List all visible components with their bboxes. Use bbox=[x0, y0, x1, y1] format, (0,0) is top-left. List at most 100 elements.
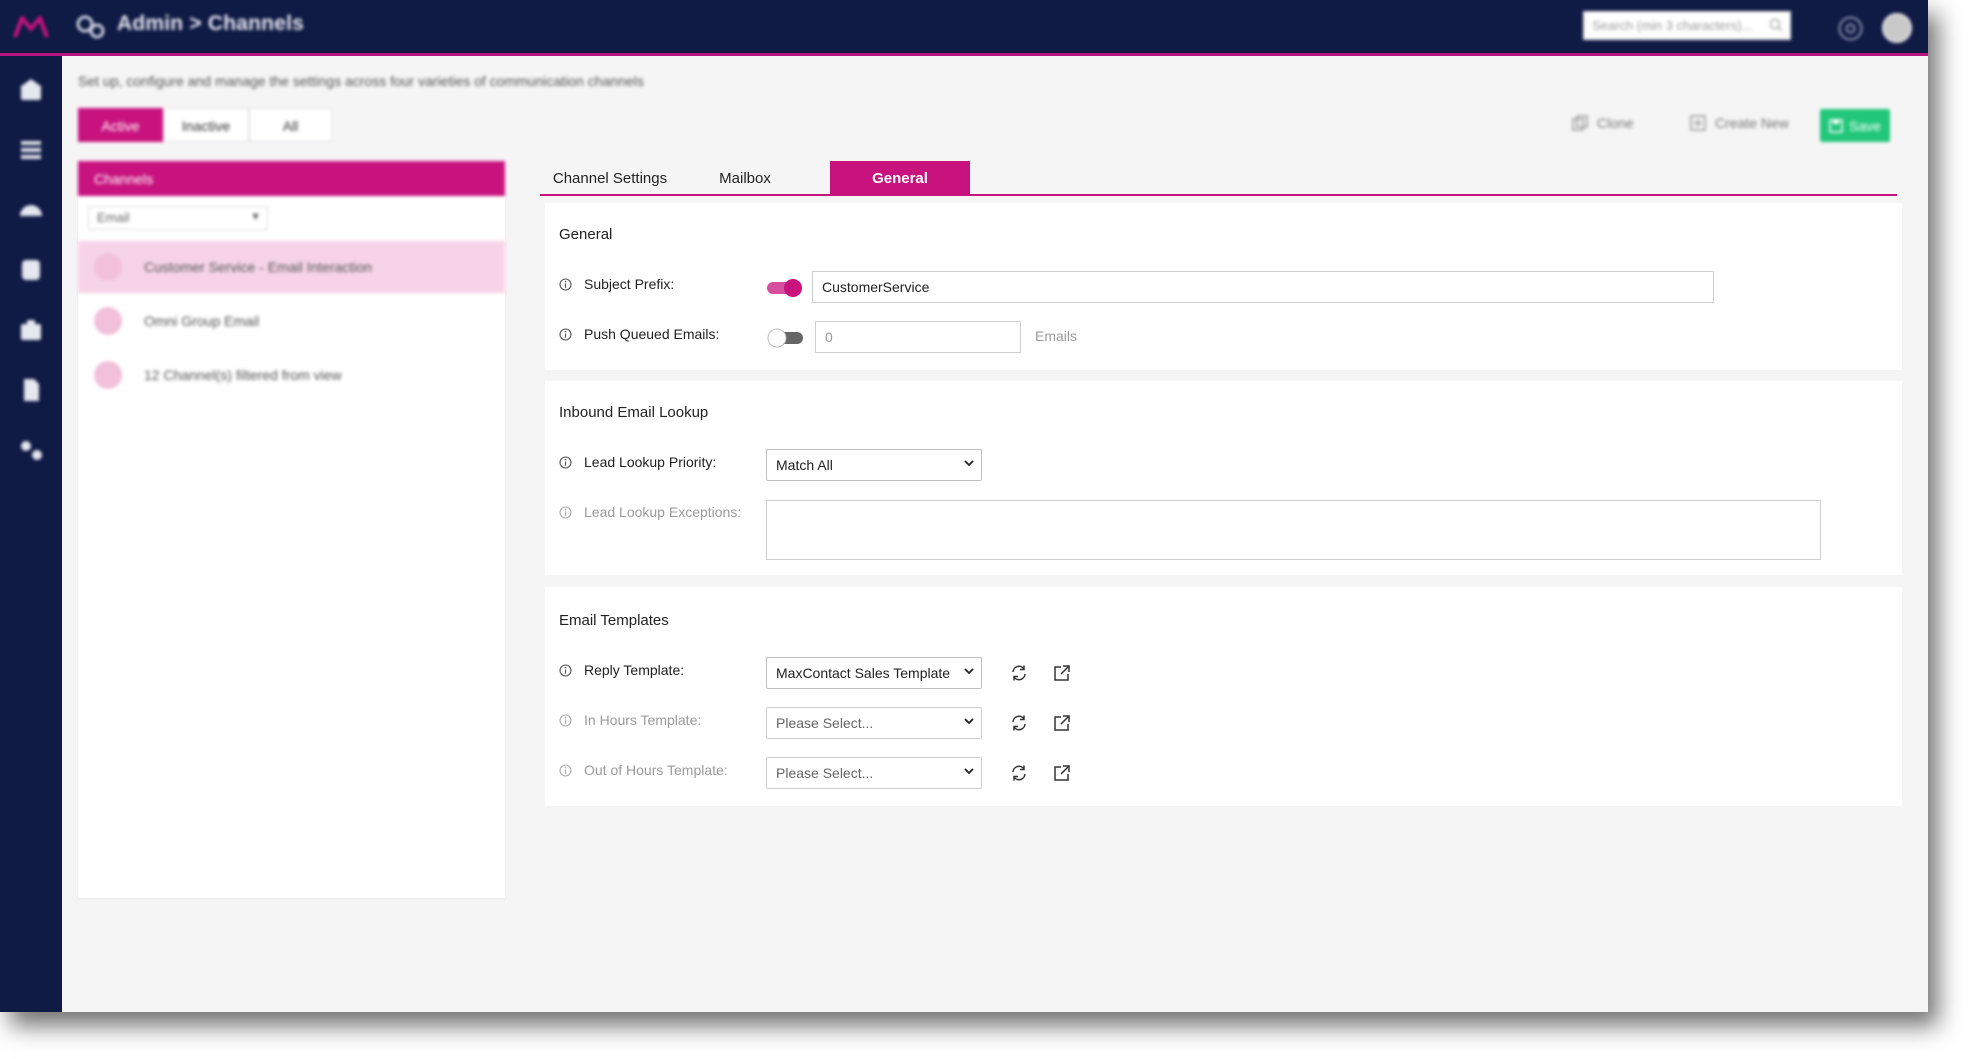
tab-mailbox[interactable]: Mailbox bbox=[690, 161, 800, 196]
create-new-label: Create New bbox=[1715, 115, 1789, 131]
search-icon[interactable] bbox=[1769, 18, 1783, 32]
info-icon[interactable] bbox=[559, 455, 572, 469]
push-queued-unit: Emails bbox=[1035, 328, 1078, 344]
subject-prefix-toggle[interactable] bbox=[766, 278, 804, 298]
reply-template-value: MaxContact Sales Template bbox=[776, 665, 951, 681]
info-icon[interactable] bbox=[559, 277, 572, 291]
filtered-channels-label: 12 Channel(s) filtered from view bbox=[144, 367, 342, 383]
filter-all-button[interactable]: All bbox=[249, 108, 332, 142]
push-queued-row: Push Queued Emails: bbox=[559, 326, 719, 342]
in-hours-template-label: In Hours Template: bbox=[584, 712, 702, 728]
in-hours-template-select[interactable]: Please Select... bbox=[766, 707, 982, 739]
general-section: General Subject Prefix: CustomerService … bbox=[545, 203, 1902, 370]
filter-active-button[interactable]: Active bbox=[78, 108, 163, 142]
logo-icon[interactable] bbox=[12, 12, 50, 42]
out-of-hours-template-row: Out of Hours Template: bbox=[559, 762, 728, 778]
save-icon bbox=[1829, 118, 1843, 133]
help-icon[interactable] bbox=[1837, 15, 1864, 42]
out-of-hours-template-select[interactable]: Please Select... bbox=[766, 757, 982, 789]
channel-type-value: Email bbox=[97, 210, 130, 225]
external-link-icon[interactable] bbox=[1053, 714, 1071, 732]
status-filter: Active Inactive All bbox=[78, 108, 332, 142]
reply-template-label: Reply Template: bbox=[584, 662, 685, 678]
filtered-channels-note: 12 Channel(s) filtered from view bbox=[78, 349, 505, 401]
general-section-title: General bbox=[559, 226, 613, 243]
subject-prefix-label: Subject Prefix: bbox=[584, 276, 675, 292]
settings-tabs: Channel Settings Mailbox General bbox=[540, 161, 1897, 196]
lead-lookup-priority-row: Lead Lookup Priority: bbox=[559, 454, 716, 470]
save-label: Save bbox=[1849, 117, 1881, 134]
dashboard-icon[interactable] bbox=[17, 196, 45, 224]
reply-template-row: Reply Template: bbox=[559, 662, 684, 678]
create-new-button[interactable]: Create New bbox=[1689, 114, 1789, 132]
email-channel-icon bbox=[94, 253, 122, 281]
sidebar-nav bbox=[0, 56, 62, 1012]
search-placeholder: Search (min 3 characters)... bbox=[1592, 18, 1753, 33]
channel-list-item[interactable]: Omni Group Email bbox=[78, 295, 505, 347]
admin-gear-icon bbox=[76, 15, 105, 39]
lead-lookup-priority-select[interactable]: Match All bbox=[766, 449, 982, 481]
clone-icon bbox=[1572, 115, 1588, 131]
inbound-section-title: Inbound Email Lookup bbox=[559, 404, 709, 421]
channel-item-label: Customer Service - Email Interaction bbox=[144, 259, 372, 275]
info-icon[interactable] bbox=[559, 763, 572, 777]
tab-general[interactable]: General bbox=[830, 161, 970, 196]
info-icon[interactable] bbox=[559, 663, 572, 677]
clone-label: Clone bbox=[1597, 115, 1634, 131]
database-icon[interactable] bbox=[17, 256, 45, 284]
info-icon[interactable] bbox=[559, 713, 572, 727]
lead-lookup-priority-label: Lead Lookup Priority: bbox=[584, 454, 717, 470]
chevron-down-icon bbox=[964, 668, 974, 675]
in-hours-template-row: In Hours Template: bbox=[559, 712, 701, 728]
document-icon[interactable] bbox=[17, 376, 45, 404]
channel-item-label: Omni Group Email bbox=[144, 313, 260, 329]
top-bar: Admin > Channels Search (min 3 character… bbox=[0, 0, 1928, 56]
filter-inactive-button[interactable]: Inactive bbox=[163, 108, 249, 142]
inbound-lookup-section: Inbound Email Lookup Lead Lookup Priorit… bbox=[545, 381, 1902, 575]
email-channel-icon bbox=[94, 307, 122, 335]
chevron-down-icon bbox=[964, 768, 974, 775]
lead-lookup-priority-value: Match All bbox=[776, 457, 833, 473]
filter-info-icon bbox=[94, 361, 122, 389]
channels-panel-header: Channels bbox=[78, 161, 505, 196]
chevron-down-icon bbox=[964, 718, 974, 725]
external-link-icon[interactable] bbox=[1053, 664, 1071, 682]
lead-lookup-exceptions-textarea[interactable] bbox=[766, 500, 1821, 560]
breadcrumb[interactable]: Admin > Channels bbox=[117, 12, 304, 36]
subject-prefix-input[interactable]: CustomerService bbox=[812, 271, 1714, 303]
refresh-icon[interactable] bbox=[1010, 714, 1028, 732]
info-icon[interactable] bbox=[559, 505, 572, 519]
lead-lookup-exceptions-label: Lead Lookup Exceptions: bbox=[584, 504, 742, 520]
channels-panel: Channels Email ▼ Customer Service - Emai… bbox=[78, 161, 505, 898]
channel-list-item[interactable]: Customer Service - Email Interaction bbox=[78, 241, 505, 293]
in-hours-template-value: Please Select... bbox=[776, 715, 874, 731]
push-queued-input[interactable]: 0 bbox=[815, 321, 1021, 353]
home-icon[interactable] bbox=[17, 76, 45, 104]
push-queued-label: Push Queued Emails: bbox=[584, 326, 720, 342]
app-window: Admin > Channels Search (min 3 character… bbox=[0, 0, 1928, 1012]
email-templates-section: Email Templates Reply Template: MaxConta… bbox=[545, 587, 1902, 806]
search-input[interactable]: Search (min 3 characters)... bbox=[1583, 11, 1791, 40]
clone-button[interactable]: Clone bbox=[1571, 114, 1634, 132]
refresh-icon[interactable] bbox=[1010, 764, 1028, 782]
grid-icon[interactable] bbox=[17, 136, 45, 164]
user-avatar[interactable] bbox=[1882, 13, 1912, 43]
templates-section-title: Email Templates bbox=[559, 612, 669, 629]
lead-lookup-exceptions-row: Lead Lookup Exceptions: bbox=[559, 504, 741, 520]
external-link-icon[interactable] bbox=[1053, 764, 1071, 782]
out-of-hours-template-value: Please Select... bbox=[776, 765, 874, 781]
out-of-hours-template-label: Out of Hours Template: bbox=[584, 762, 728, 778]
refresh-icon[interactable] bbox=[1010, 664, 1028, 682]
chevron-down-icon bbox=[964, 460, 974, 467]
chevron-down-icon: ▼ bbox=[250, 211, 261, 223]
info-icon[interactable] bbox=[559, 327, 572, 341]
channel-type-select[interactable]: Email ▼ bbox=[88, 206, 268, 230]
create-new-icon bbox=[1690, 115, 1706, 131]
tab-channel-settings[interactable]: Channel Settings bbox=[540, 161, 680, 196]
briefcase-icon[interactable] bbox=[17, 316, 45, 344]
settings-icon[interactable] bbox=[17, 436, 45, 464]
save-button[interactable]: Save bbox=[1820, 109, 1890, 142]
reply-template-select[interactable]: MaxContact Sales Template bbox=[766, 657, 982, 689]
push-queued-toggle[interactable] bbox=[766, 328, 804, 348]
subject-prefix-row: Subject Prefix: bbox=[559, 276, 674, 292]
